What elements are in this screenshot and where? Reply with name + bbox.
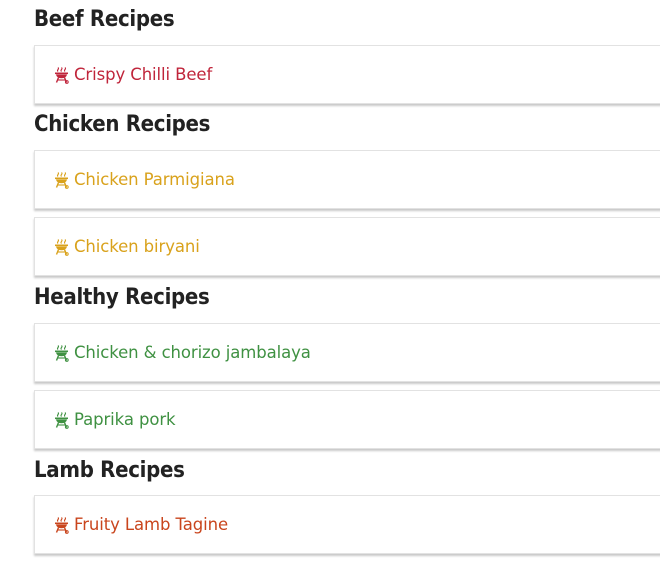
section-title-beef: Beef Recipes xyxy=(34,7,175,32)
recipe-link[interactable]: Crispy Chilli Beef xyxy=(74,65,212,84)
recipe-card[interactable]: Chicken Parmigiana xyxy=(34,150,660,209)
bbq-grill-icon xyxy=(53,66,71,84)
recipe-link[interactable]: Chicken biryani xyxy=(74,237,200,256)
recipe-link[interactable]: Paprika pork xyxy=(74,410,176,429)
recipe-link[interactable]: Chicken Parmigiana xyxy=(74,170,235,189)
section-beef: Beef Recipes xyxy=(34,6,175,34)
bbq-grill-icon xyxy=(53,344,71,362)
recipe-card[interactable]: Chicken & chorizo jambalaya xyxy=(34,323,660,382)
section-title-chicken: Chicken Recipes xyxy=(34,112,211,137)
recipe-link[interactable]: Chicken & chorizo jambalaya xyxy=(74,343,311,362)
recipe-card[interactable]: Chicken biryani xyxy=(34,217,660,276)
section-title-lamb: Lamb Recipes xyxy=(34,458,185,483)
bbq-grill-icon xyxy=(53,411,71,429)
section-chicken: Chicken Recipes xyxy=(34,111,210,139)
section-healthy: Healthy Recipes xyxy=(34,284,210,312)
recipe-card[interactable]: Paprika pork xyxy=(34,390,660,449)
recipe-link[interactable]: Fruity Lamb Tagine xyxy=(74,515,228,534)
section-title-healthy: Healthy Recipes xyxy=(34,285,210,310)
recipe-card[interactable]: Crispy Chilli Beef xyxy=(34,45,660,104)
bbq-grill-icon xyxy=(53,238,71,256)
bbq-grill-icon xyxy=(53,171,71,189)
bbq-grill-icon xyxy=(53,516,71,534)
section-lamb: Lamb Recipes xyxy=(34,457,185,485)
recipe-card[interactable]: Fruity Lamb Tagine xyxy=(34,495,660,554)
